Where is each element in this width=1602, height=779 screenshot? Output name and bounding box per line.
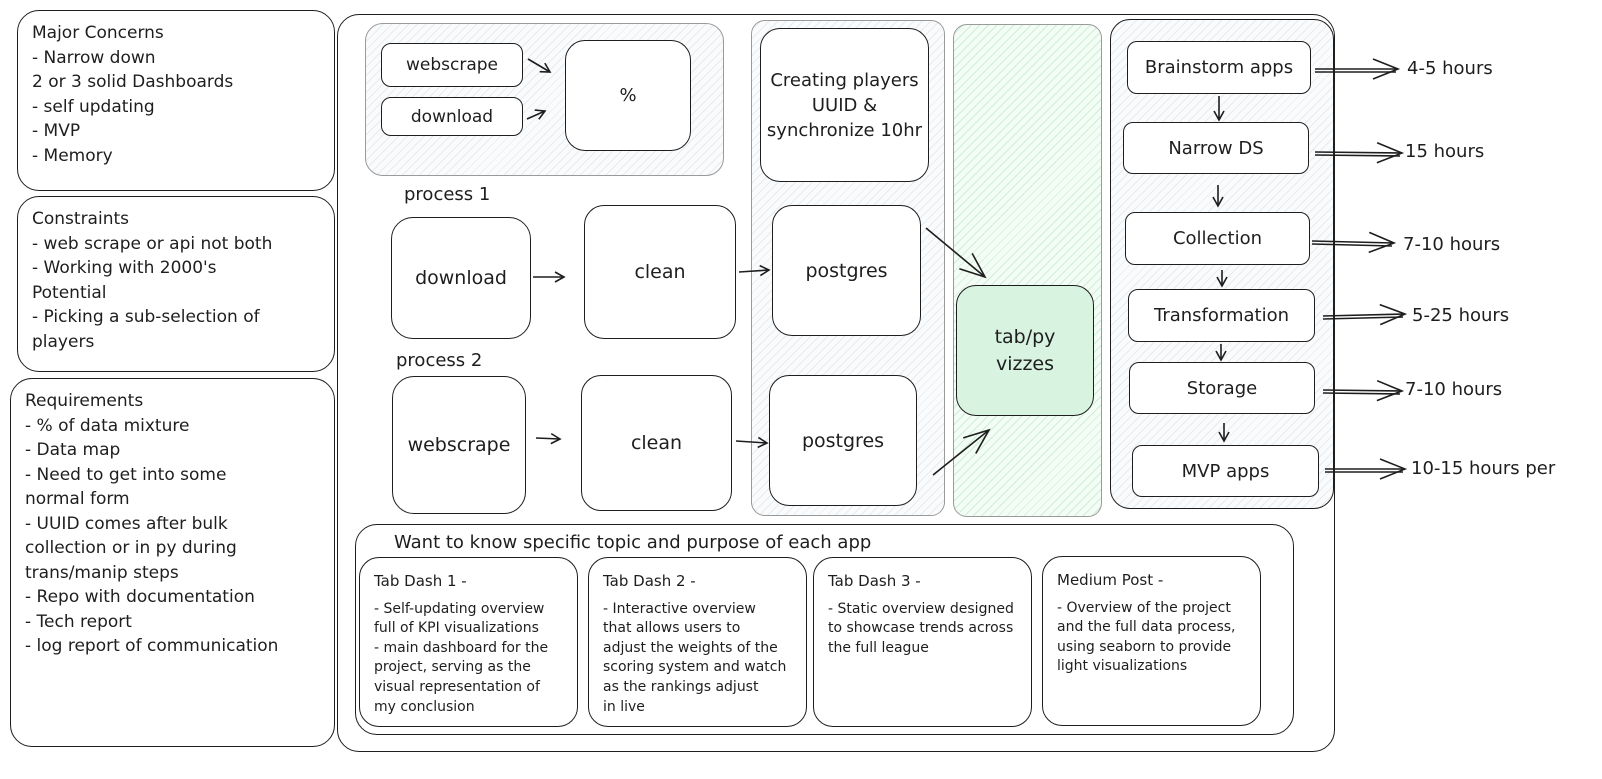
process-2-label: process 2 [396, 350, 483, 371]
requirements-note: Requirements - % of data mixture - Data … [10, 378, 335, 747]
app-card-tab-dash-3: Tab Dash 3 - - Static overview designed … [813, 557, 1032, 727]
download-source-box: download [381, 97, 523, 136]
arrow-hours-4 [1322, 303, 1408, 326]
percent-box: % [565, 40, 691, 151]
app-card-body: - Interactive overview that allows users… [603, 600, 787, 715]
step-collection-box: Collection [1125, 212, 1310, 265]
hours-narrow-ds: 15 hours [1405, 141, 1485, 162]
hours-transformation: 5-25 hours [1412, 305, 1510, 326]
hours-storage: 7-10 hours [1405, 379, 1503, 400]
step-brainstorm-box: Brainstorm apps [1127, 41, 1311, 94]
app-card-body: - Static overview designed to showcase t… [828, 600, 1014, 656]
process-1-download-box: download [391, 217, 531, 339]
app-card-body: - Overview of the project and the full d… [1057, 599, 1236, 675]
hours-brainstorm: 4-5 hours [1407, 58, 1493, 79]
app-card-tab-dash-1: Tab Dash 1 - - Self-updating overview fu… [359, 557, 578, 727]
app-card-body: - Self-updating overview full of KPI vis… [374, 600, 549, 715]
process-1-postgres-box: postgres [772, 205, 921, 336]
hours-mvp-apps: 10-15 hours per [1411, 458, 1556, 479]
app-card-title: Tab Dash 2 - [603, 572, 696, 590]
step-transformation-box: Transformation [1128, 289, 1315, 342]
process-2-postgres-box: postgres [769, 375, 917, 506]
arrow-hours-4b [1322, 316, 1404, 320]
viz-column [953, 24, 1102, 517]
step-mvp-apps-box: MVP apps [1132, 445, 1319, 497]
process-1-label: process 1 [404, 184, 491, 205]
process-2-webscrape-box: webscrape [392, 376, 526, 514]
viz-box: tab/py vizzes [956, 285, 1094, 416]
app-card-title: Tab Dash 1 - [374, 572, 467, 590]
constraints-note: Constraints - web scrape or api not both… [17, 196, 335, 372]
apps-heading: Want to know specific topic and purpose … [394, 532, 872, 553]
hours-collection: 7-10 hours [1403, 234, 1501, 255]
app-card-tab-dash-2: Tab Dash 2 - - Interactive overview that… [588, 557, 807, 727]
uuid-sync-box: Creating players UUID & synchronize 10hr [760, 28, 929, 182]
major-concerns-note: Major Concerns - Narrow down 2 or 3 soli… [17, 10, 335, 191]
webscrape-source-box: webscrape [381, 43, 523, 87]
app-card-title: Tab Dash 3 - [828, 572, 921, 590]
process-2-clean-box: clean [581, 375, 732, 511]
app-card-title: Medium Post - [1057, 571, 1164, 589]
app-card-medium-post: Medium Post - - Overview of the project … [1042, 556, 1261, 726]
step-narrow-ds-box: Narrow DS [1123, 122, 1309, 174]
step-storage-box: Storage [1129, 362, 1315, 414]
process-1-clean-box: clean [584, 205, 736, 339]
